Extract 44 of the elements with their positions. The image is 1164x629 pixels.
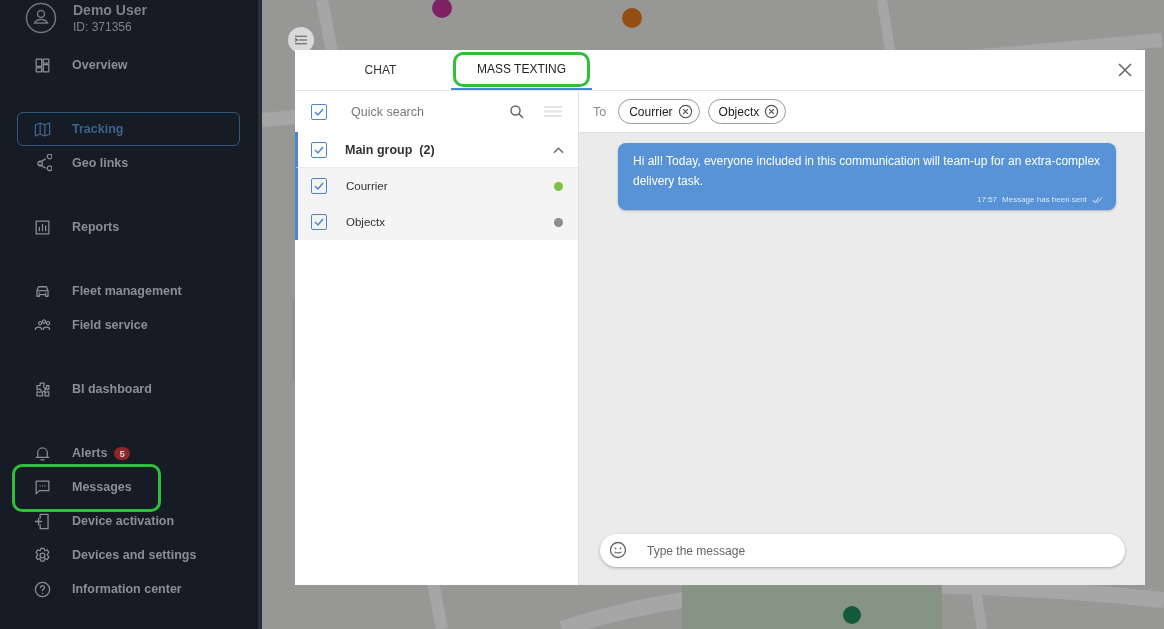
message-field[interactable]: Type the message [600, 534, 1125, 567]
contact-row[interactable]: Courrier [295, 168, 578, 204]
tab[interactable]: MASS TEXTING [451, 50, 592, 90]
sidebar-item[interactable]: Tracking [17, 112, 240, 146]
to-label: To [593, 104, 607, 119]
avatar-icon [25, 2, 57, 34]
contact-name: Objectx [346, 216, 386, 228]
remove-icon[interactable] [677, 104, 693, 119]
checkbox[interactable] [311, 214, 327, 230]
sidebar-item[interactable]: Overview [17, 48, 240, 82]
message-time: 17:57 [977, 195, 998, 204]
sidebar-item[interactable]: Fleet management [17, 274, 240, 308]
nav-icon [33, 511, 52, 531]
check-icon [313, 180, 325, 192]
sidebar-item[interactable]: Geo links [17, 146, 240, 180]
tab[interactable]: CHAT [310, 50, 451, 90]
sidebar-item[interactable]: Information center [17, 572, 240, 606]
message-text: Hi all! Today, everyone included in this communication will team-up for an extra-complex delivery task. [633, 153, 1102, 190]
user-name: Demo User [73, 2, 147, 18]
contact-row[interactable]: Objectx [295, 204, 578, 240]
sidebar-item[interactable]: Field service [17, 308, 240, 342]
sidebar-item[interactable]: Alerts 5 [17, 436, 240, 470]
group-name: Main group (2) [345, 142, 436, 157]
nav-icon [33, 579, 52, 599]
nav-icon [33, 545, 52, 565]
sidebar-item[interactable]: Devices and settings [17, 538, 240, 572]
sidebar-item[interactable]: BI dashboard [17, 372, 240, 406]
checkbox[interactable] [311, 141, 327, 158]
emoji-icon[interactable] [608, 540, 628, 560]
search-icon[interactable] [508, 102, 526, 121]
count-badge: 5 [114, 446, 130, 460]
contact-name: Courrier [346, 180, 389, 192]
remove-icon[interactable] [764, 104, 780, 119]
double-check-icon [1092, 195, 1104, 204]
check-icon [313, 216, 325, 228]
message-status: Message has been sent [1002, 195, 1087, 204]
close-icon [1118, 63, 1132, 77]
user-id: ID: 371356 [73, 20, 133, 34]
sidebar-item[interactable]: Messages [17, 470, 240, 504]
sidebar-item[interactable]: Reports [17, 210, 240, 244]
checkbox[interactable] [311, 103, 327, 120]
sidebar-item[interactable]: Device activation [17, 504, 240, 538]
chevron-icon[interactable] [553, 145, 564, 154]
checkbox[interactable] [311, 178, 327, 194]
